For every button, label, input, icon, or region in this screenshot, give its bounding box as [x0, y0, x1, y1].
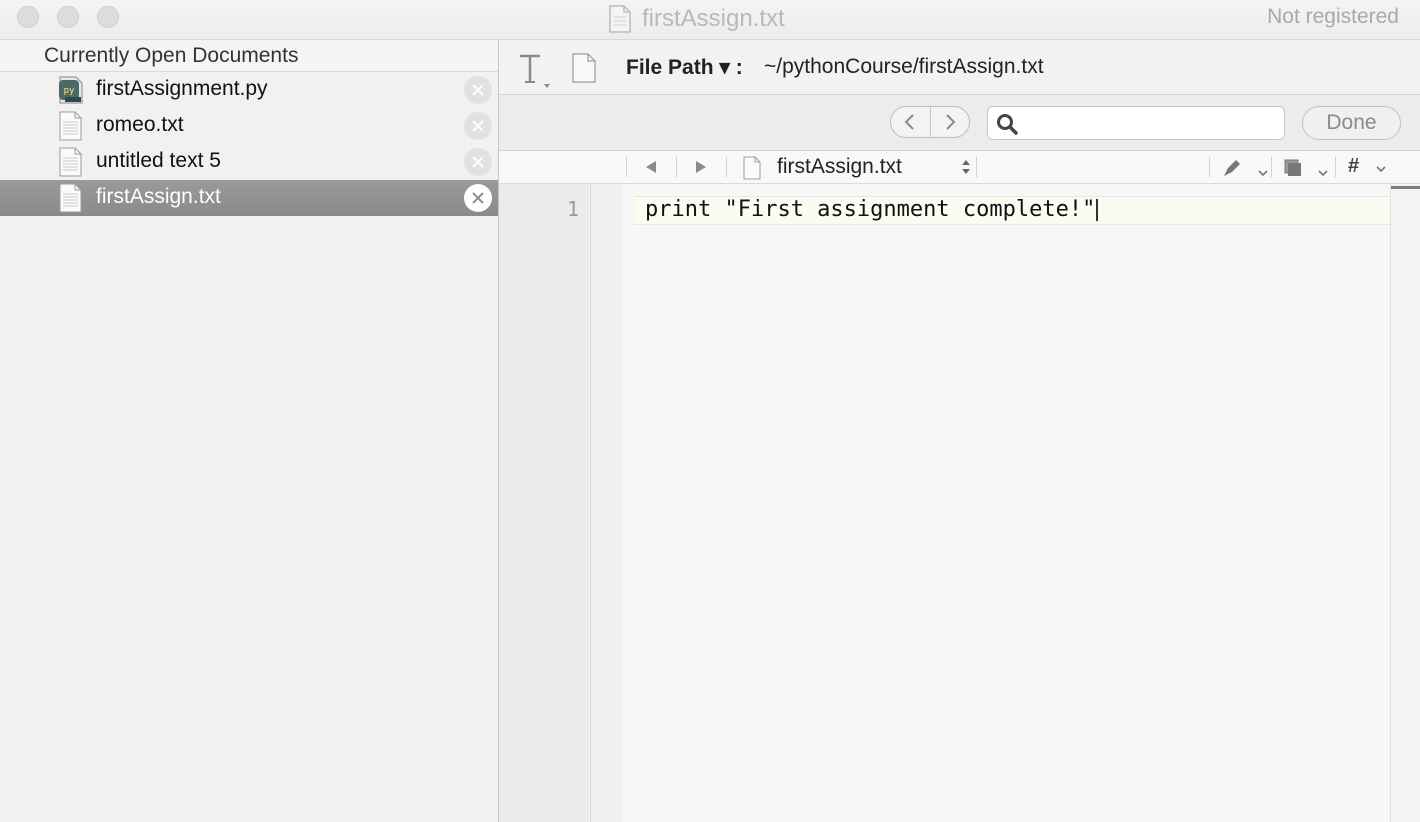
scroll-marker	[1391, 186, 1420, 189]
zoom-window-button[interactable]	[97, 6, 119, 28]
document-item-firstassign-txt[interactable]: firstAssign.txt	[0, 180, 498, 216]
document-name: firstAssign.txt	[96, 185, 221, 208]
window-title-text: firstAssign.txt	[642, 5, 785, 32]
window-title: firstAssign.txt	[608, 4, 785, 34]
minimize-window-button[interactable]	[57, 6, 79, 28]
close-icon	[472, 84, 484, 96]
history-back-icon[interactable]	[644, 160, 658, 174]
done-button[interactable]: Done	[1302, 106, 1401, 140]
close-document-button[interactable]	[464, 76, 492, 104]
close-icon	[472, 192, 484, 204]
stepper-icon[interactable]	[961, 158, 971, 176]
document-name: firstAssignment.py	[96, 77, 268, 100]
document-item-untitled-text-5[interactable]: untitled text 5	[0, 144, 498, 180]
document-sidebar: Currently Open Documents py firstAssignm…	[0, 40, 499, 822]
text-options-icon[interactable]	[518, 54, 552, 90]
find-previous-icon[interactable]	[903, 114, 917, 130]
close-document-button[interactable]	[464, 148, 492, 176]
title-bar: firstAssign.txt Not registered	[0, 0, 1420, 40]
clippings-menu-icon[interactable]	[1281, 157, 1331, 179]
jump-bar: firstAssign.txt #	[499, 151, 1420, 184]
file-path-value: ~/pythonCourse/firstAssign.txt	[764, 55, 1044, 78]
text-cursor	[1096, 199, 1099, 221]
find-navigation-group	[890, 106, 970, 138]
close-icon	[472, 120, 484, 132]
document-item-firstassignment-py[interactable]: py firstAssignment.py	[0, 72, 498, 108]
line-number: 1	[566, 197, 579, 221]
find-bar: Done	[499, 95, 1420, 151]
svg-text:py: py	[64, 86, 75, 96]
text-file-icon	[59, 183, 82, 213]
sidebar-header: Currently Open Documents	[0, 40, 498, 72]
document-icon	[609, 5, 631, 33]
search-input[interactable]	[987, 106, 1285, 140]
text-file-icon	[59, 111, 82, 141]
close-document-button[interactable]	[464, 184, 492, 212]
chevron-down-icon[interactable]	[1375, 163, 1387, 173]
history-forward-icon[interactable]	[694, 160, 708, 174]
search-icon	[997, 114, 1018, 135]
file-path-dropdown[interactable]: File Path ▾ :	[626, 55, 743, 80]
hash-menu-label[interactable]: #	[1348, 155, 1359, 178]
vertical-scrollbar[interactable]	[1390, 184, 1420, 822]
jump-file-selector[interactable]: firstAssign.txt	[777, 155, 902, 179]
close-icon	[472, 156, 484, 168]
document-name: romeo.txt	[96, 113, 184, 136]
fold-gutter	[590, 184, 624, 822]
navigation-bar: File Path ▾ : ~/pythonCourse/firstAssign…	[499, 40, 1420, 95]
document-info-icon[interactable]	[571, 53, 597, 83]
code-line[interactable]: print "First assignment complete!"	[645, 196, 1099, 224]
registration-status[interactable]: Not registered	[1267, 5, 1399, 29]
line-number-gutter	[499, 184, 589, 822]
close-window-button[interactable]	[17, 6, 39, 28]
code-line-text: print "First assignment complete!"	[645, 197, 1096, 222]
file-icon	[743, 156, 761, 180]
document-item-romeo-txt[interactable]: romeo.txt	[0, 108, 498, 144]
find-next-icon[interactable]	[943, 114, 957, 130]
marker-menu-icon[interactable]	[1221, 157, 1269, 179]
close-document-button[interactable]	[464, 112, 492, 140]
python-file-icon: py	[59, 76, 83, 104]
text-file-icon	[59, 147, 82, 177]
document-name: untitled text 5	[96, 149, 221, 172]
text-editor[interactable]	[623, 184, 1390, 822]
